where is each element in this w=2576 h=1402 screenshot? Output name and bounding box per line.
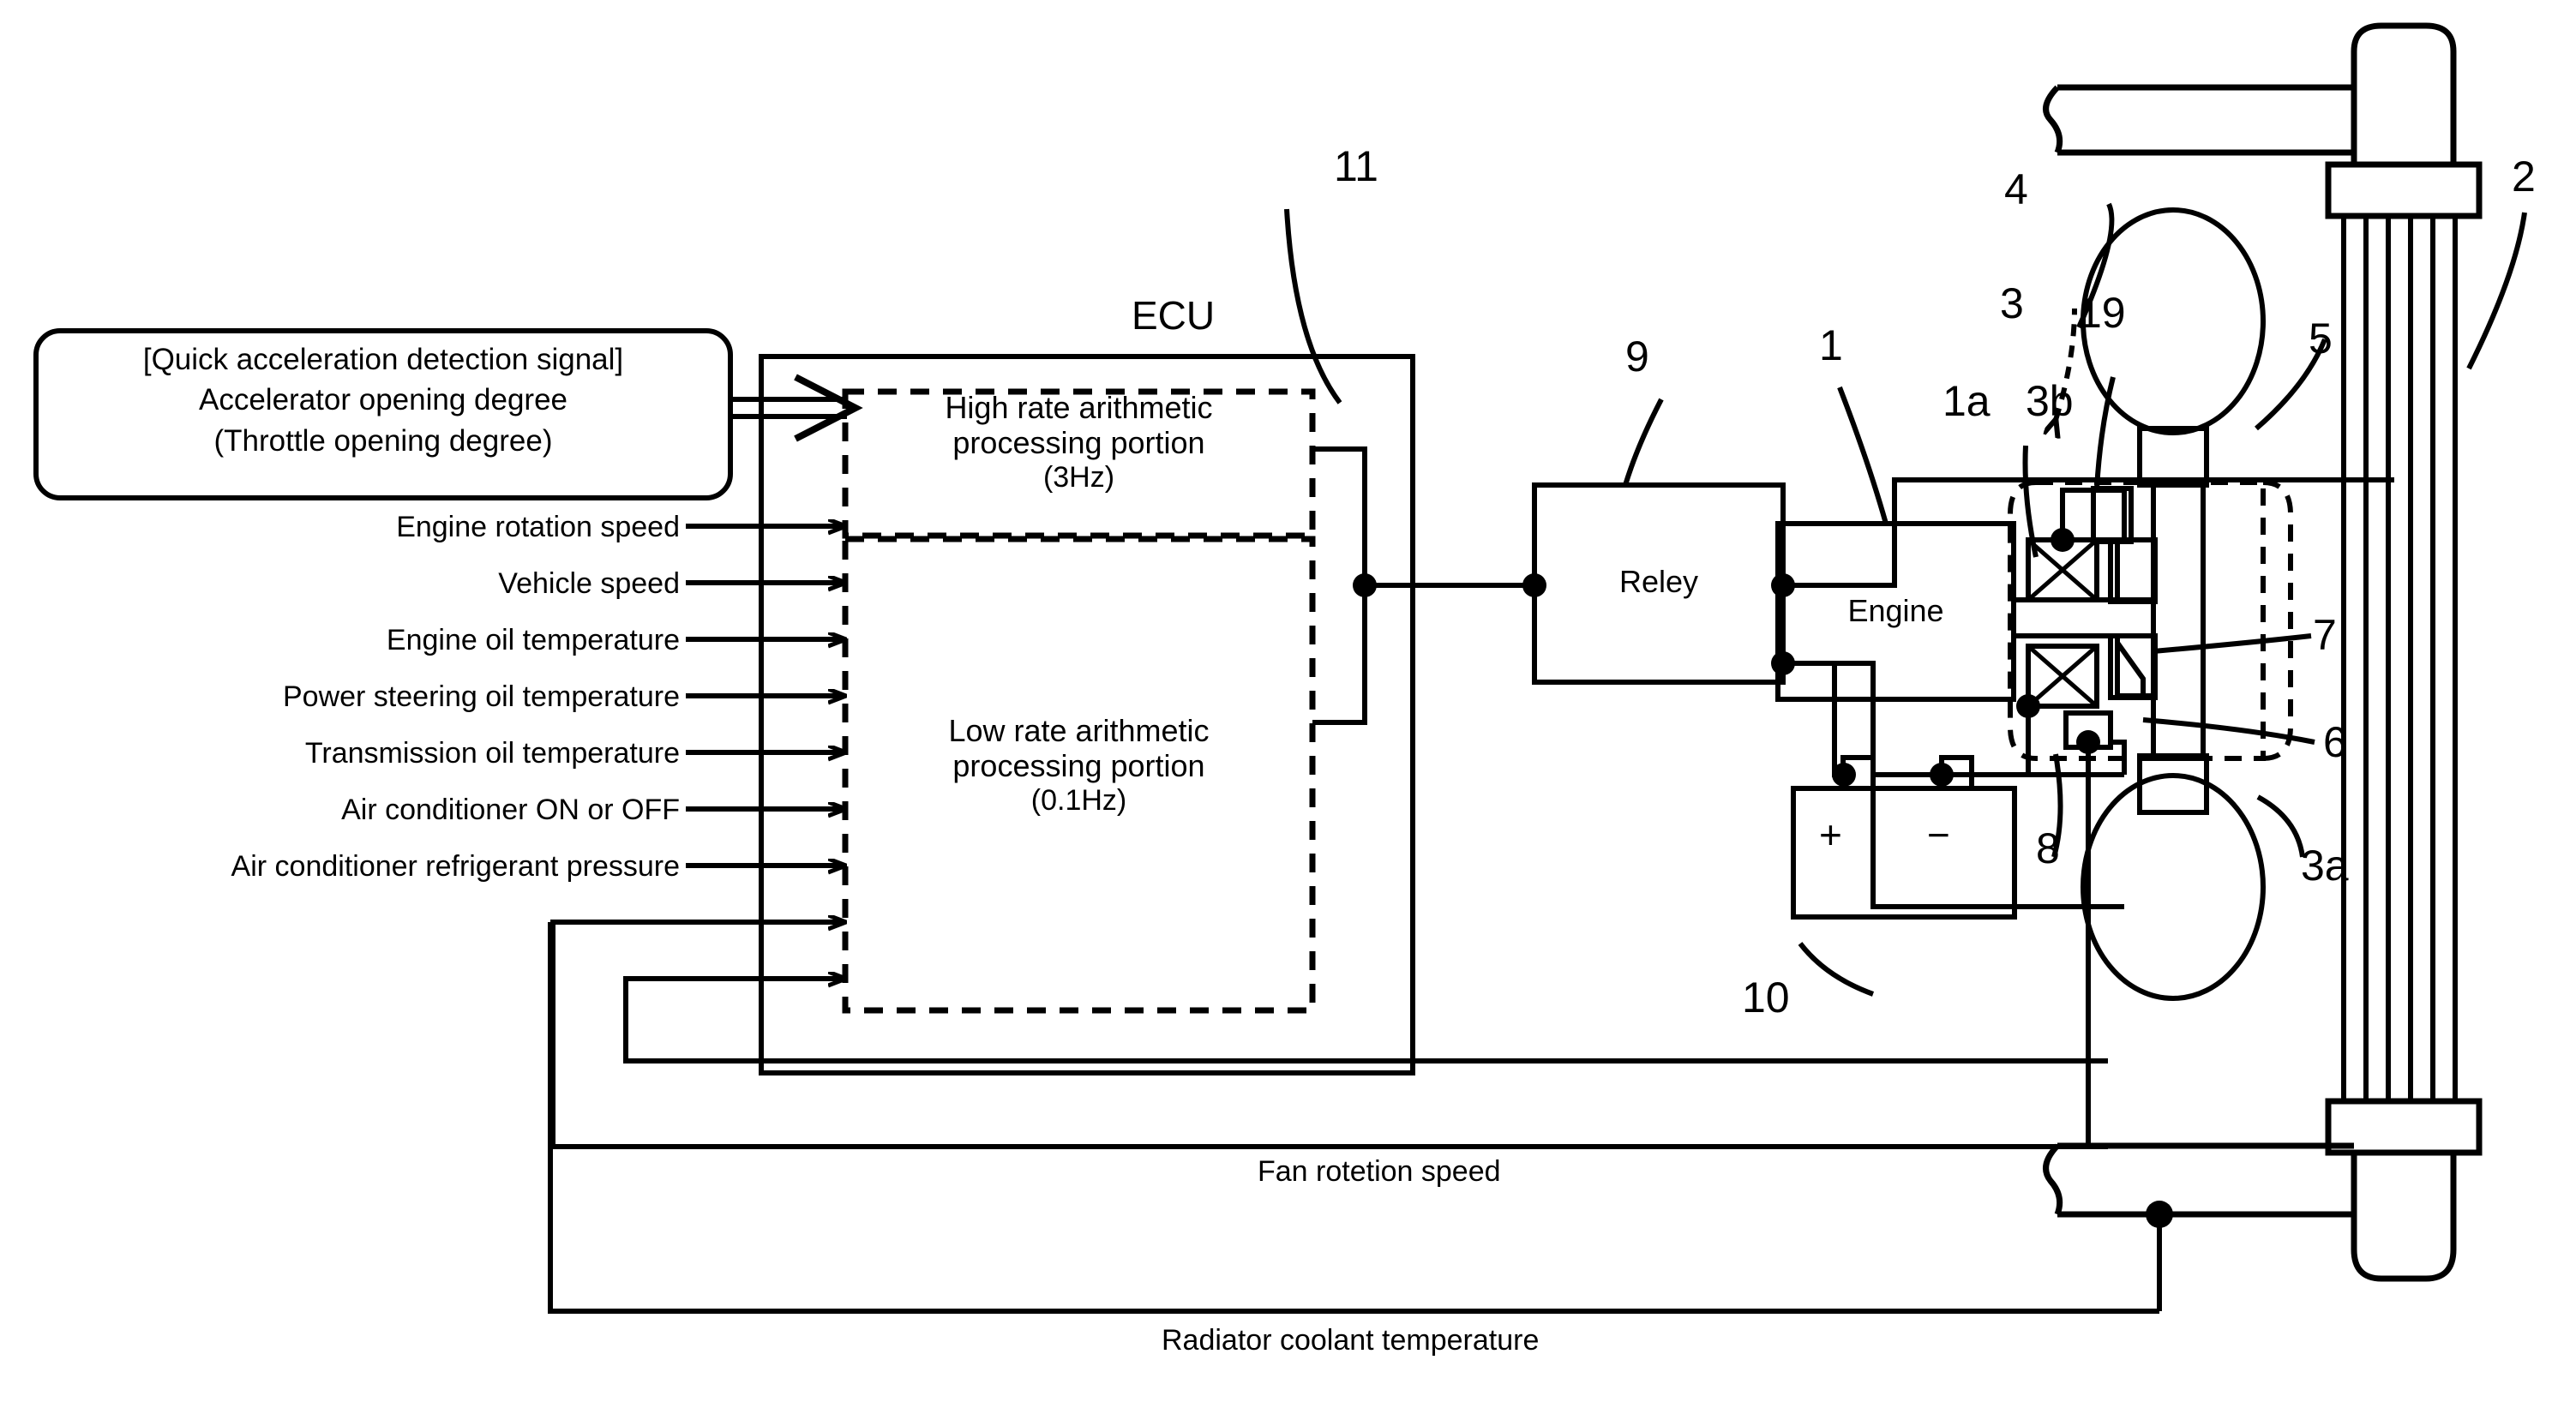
signal-label-air-conditioner-on-off: Air conditioner ON or OFF	[341, 794, 680, 826]
fan-clutch-dashed-enclosure	[2008, 480, 2293, 761]
ecu-title: ECU	[1132, 293, 1216, 338]
ref-numeral-1: 1	[1819, 321, 1843, 369]
lower-fan-blade	[2081, 773, 2266, 1001]
junction-dot-ecu-out	[1353, 573, 1377, 597]
signal-label-engine-oil-temperature: Engine oil temperature	[386, 624, 680, 656]
battery-box	[1791, 755, 2124, 920]
callout-line-1: [Quick acceleration detection signal]	[142, 343, 624, 376]
relay-lower-to-battery	[1783, 661, 1844, 777]
callout-line-2: Accelerator opening degree	[198, 383, 567, 417]
leader-10	[1798, 942, 1875, 997]
ref-numeral-8: 8	[2036, 824, 2060, 872]
battery-minus-sign: −	[1927, 812, 1950, 857]
upper-coolant-hose	[2043, 84, 2357, 165]
high-rate-line-3: (3Hz)	[1042, 460, 1115, 494]
callout-line-3: (Throttle opening degree)	[213, 423, 553, 458]
ref-numeral-3: 3	[2000, 279, 2024, 327]
signal-label-power-steering-oil-temperature: Power steering oil temperature	[282, 680, 680, 713]
feedback-arrow-group	[686, 922, 845, 979]
leader-2	[2466, 212, 2527, 370]
upper-blade-root	[2137, 426, 2209, 488]
ref-numeral-5: 5	[2309, 315, 2333, 362]
high-rate-line-2: processing portion	[952, 425, 1205, 461]
ref-numeral-6: 6	[2323, 718, 2347, 766]
radiator-assembly	[2325, 22, 2483, 1282]
engine-label: Engine	[1847, 593, 1944, 628]
ref-numeral-2: 2	[2512, 153, 2536, 201]
relay-to-battery-bus-a	[1783, 661, 1876, 785]
ref-numeral-19: 19	[2078, 289, 2126, 337]
lower-blade-root	[2137, 753, 2209, 815]
signal-label-transmission-oil-temperature: Transmission oil temperature	[304, 737, 680, 770]
high-rate-processing-label: High rate arithmetic processing portion …	[845, 390, 1312, 494]
ref-numeral-3a: 3a	[2301, 842, 2349, 890]
leader-9	[1623, 398, 1664, 486]
relay-label: Reley	[1618, 564, 1699, 599]
lower-coolant-hose	[2043, 1142, 2354, 1228]
callout-to-ecu-arrow	[730, 374, 863, 442]
low-rate-line-1: Low rate arithmetic	[948, 713, 1210, 748]
ref-numeral-7: 7	[2313, 611, 2337, 659]
feedback-label-fan-rotation-speed: Fan rotetion speed	[1258, 1155, 1501, 1188]
quick-acceleration-callout: [Quick acceleration detection signal] Ac…	[51, 339, 715, 461]
leader-3a	[2256, 794, 2305, 858]
ref-numeral-1a: 1a	[1943, 377, 1991, 425]
ecu-output-bus	[1312, 446, 1546, 725]
upper-coil-supply-wire	[2097, 490, 2127, 542]
low-rate-line-2: processing portion	[952, 748, 1205, 784]
input-arrow-group	[686, 526, 845, 866]
high-rate-line-1: High rate arithmetic	[945, 390, 1213, 425]
leader-1	[1837, 386, 1888, 524]
fan-loop-upper-wire	[623, 976, 2108, 1063]
patent-figure: [Quick acceleration detection signal] Ac…	[0, 0, 2576, 1402]
leader-7	[2153, 633, 2312, 654]
ref-numeral-9: 9	[1625, 333, 1649, 380]
ref-numeral-11: 11	[1334, 142, 1378, 190]
ref-numeral-3b: 3b	[2026, 377, 2074, 425]
low-rate-processing-label: Low rate arithmetic processing portion (…	[845, 713, 1312, 818]
ref-numeral-10: 10	[1742, 974, 1790, 1022]
signal-label-vehicle-speed: Vehicle speed	[498, 567, 680, 600]
ref-numeral-4: 4	[2004, 165, 2028, 213]
feedback-label-radiator-coolant-temperature: Radiator coolant temperature	[1162, 1324, 1540, 1357]
low-rate-line-3: (0.1Hz)	[1030, 783, 1127, 817]
relay-to-upper-bus	[1783, 477, 2394, 588]
fan-rotation-speed-wire	[550, 920, 2108, 1149]
battery-plus-sign: +	[1819, 812, 1842, 857]
signal-label-engine-rotation-speed: Engine rotation speed	[396, 511, 680, 543]
signal-label-air-conditioner-refrigerant-pressure: Air conditioner refrigerant pressure	[231, 850, 680, 883]
leader-11	[1284, 208, 1342, 404]
